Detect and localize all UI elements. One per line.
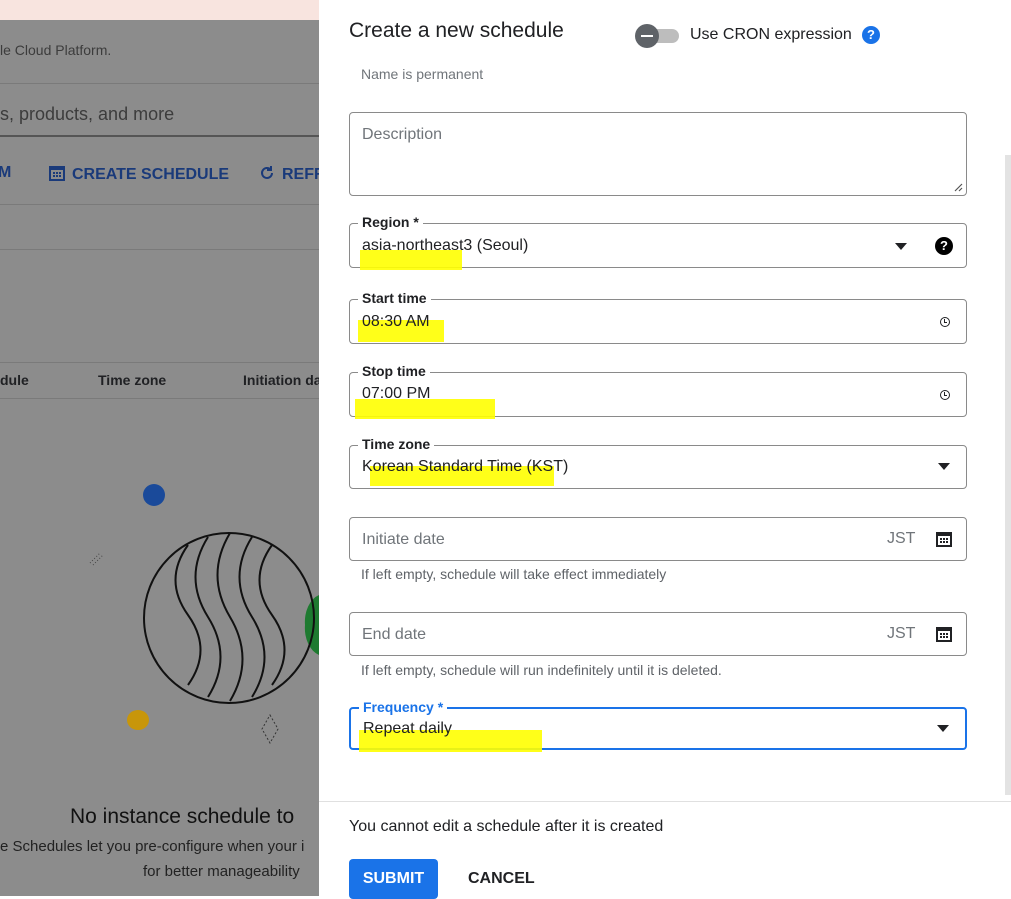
stop-time-field[interactable]: Stop time 07:00 PM — [349, 363, 967, 419]
column-header: Time zone — [98, 372, 167, 388]
divider — [0, 249, 319, 250]
cron-label: Use CRON expression — [690, 26, 852, 43]
cancel-button[interactable]: CANCEL — [468, 859, 535, 899]
description-placeholder: Description — [362, 126, 443, 143]
region-select[interactable]: Region * asia-northeast3 (Seoul) ? — [349, 214, 967, 270]
column-header: Initiation da — [243, 372, 319, 388]
refresh-button[interactable]: REFR — [258, 164, 319, 184]
end-date-field[interactable]: End date JST — [349, 612, 967, 656]
start-time-field[interactable]: Start time 08:30 AM — [349, 290, 967, 344]
clock-icon[interactable] — [940, 390, 950, 400]
background-page: le Cloud Platform. s, products, and more… — [0, 20, 319, 896]
region-label: Region * — [358, 214, 423, 230]
action-button[interactable]: M — [0, 164, 11, 182]
cron-toggle[interactable] — [635, 24, 679, 48]
dialog-title: Create a new schedule — [349, 19, 564, 42]
scrollbar[interactable] — [1005, 155, 1011, 795]
initiate-date-field[interactable]: Initiate date JST — [349, 517, 967, 561]
time-zone-value: Korean Standard Time (KST) — [362, 458, 569, 475]
time-zone-select[interactable]: Time zone Korean Standard Time (KST) — [349, 436, 967, 489]
calendar-icon[interactable] — [935, 625, 953, 643]
platform-text: le Cloud Platform. — [0, 42, 112, 58]
divider — [0, 204, 319, 205]
chevron-down-icon — [895, 243, 907, 250]
clock-icon[interactable] — [940, 317, 950, 327]
empty-state-text: e Schedules let you pre-configure when y… — [0, 838, 305, 855]
stop-time-label: Stop time — [358, 363, 430, 379]
divider — [0, 398, 319, 399]
start-time-value: 08:30 AM — [362, 313, 430, 330]
refresh-label: REFR — [282, 166, 319, 183]
frequency-value: Repeat daily — [363, 720, 452, 737]
description-field[interactable]: Description — [349, 112, 967, 196]
chevron-down-icon — [937, 725, 949, 732]
stop-time-value: 07:00 PM — [362, 385, 431, 402]
frequency-label: Frequency * — [359, 699, 448, 715]
column-header: dule — [0, 372, 29, 388]
divider — [0, 362, 319, 363]
end-date-hint: If left empty, schedule will run indefin… — [361, 662, 722, 678]
empty-state-illustration — [89, 484, 319, 745]
start-time-label: Start time — [358, 290, 431, 306]
help-icon[interactable]: ? — [935, 237, 953, 255]
search-input[interactable]: s, products, and more — [0, 104, 174, 125]
chevron-down-icon — [938, 463, 950, 470]
calendar-icon[interactable] — [935, 530, 953, 548]
divider — [0, 83, 319, 84]
initiate-date-placeholder: Initiate date — [362, 531, 445, 548]
create-schedule-button[interactable]: CREATE SCHEDULE — [48, 164, 229, 184]
create-schedule-label: CREATE SCHEDULE — [72, 166, 230, 183]
submit-button[interactable]: SUBMIT — [349, 859, 438, 899]
timezone-suffix: JST — [887, 530, 916, 547]
create-schedule-dialog: Create a new schedule Use CRON expressio… — [319, 0, 1011, 899]
frequency-select[interactable]: Frequency * Repeat daily — [349, 699, 967, 752]
help-icon[interactable]: ? — [862, 26, 880, 44]
edit-note: You cannot edit a schedule after it is c… — [349, 818, 664, 835]
region-value: asia-northeast3 (Seoul) — [362, 237, 529, 254]
empty-state-title: No instance schedule to — [70, 805, 295, 828]
calendar-icon — [49, 166, 65, 181]
footer-divider — [319, 801, 1011, 802]
toggle-knob — [635, 24, 659, 48]
name-hint: Name is permanent — [361, 66, 484, 82]
resize-handle-icon[interactable] — [953, 182, 963, 192]
refresh-icon — [261, 166, 273, 179]
empty-state-text: for better manageability — [143, 863, 300, 880]
time-zone-label: Time zone — [358, 436, 435, 452]
divider — [0, 135, 319, 137]
end-date-placeholder: End date — [362, 626, 427, 643]
initiate-date-hint: If left empty, schedule will take effect… — [361, 566, 667, 582]
timezone-suffix: JST — [887, 625, 916, 642]
